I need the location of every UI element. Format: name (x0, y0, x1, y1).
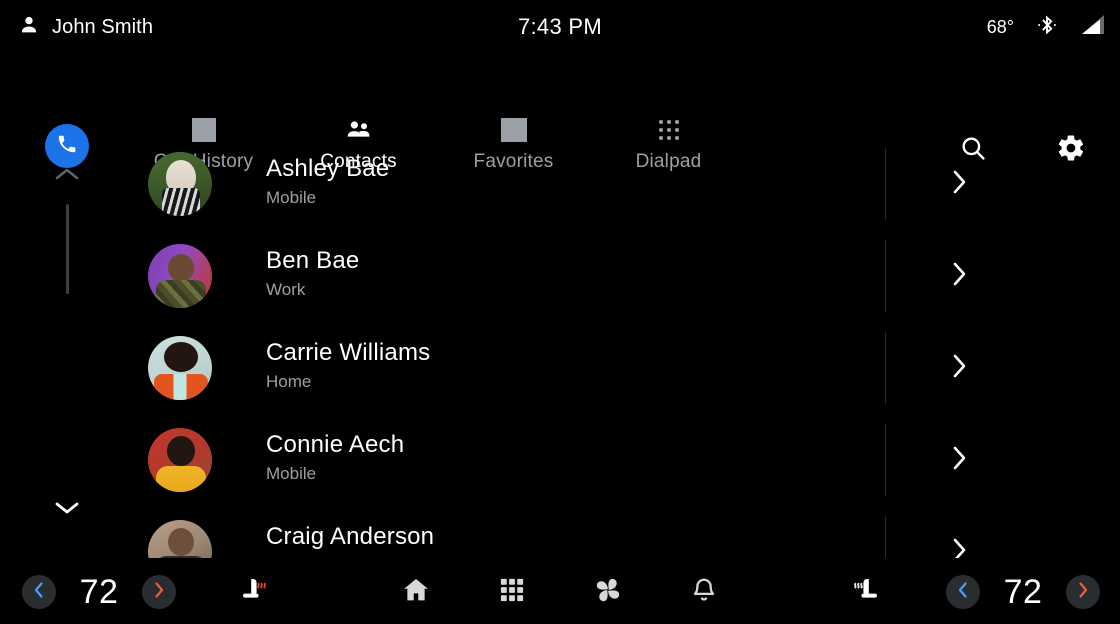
row-divider (885, 332, 886, 404)
contact-text: Ben Bae Work (266, 246, 359, 302)
contact-row[interactable]: Carrie Williams Home (0, 322, 1120, 414)
status-bar: John Smith 7:43 PM 68° (0, 0, 1120, 54)
ventilated-seat-icon (853, 574, 887, 611)
contact-row[interactable]: Ben Bae Work (0, 230, 1120, 322)
apps-grid-icon (498, 576, 526, 609)
contact-text: Connie Aech Mobile (266, 430, 404, 486)
contact-name: Ashley Bae (266, 155, 390, 182)
outside-temperature: 68° (986, 16, 1014, 37)
chevron-right-icon (950, 352, 970, 385)
status-bar-indicators: 68° (987, 0, 1106, 54)
fan-icon (591, 573, 625, 612)
bell-icon (690, 576, 718, 609)
avatar (148, 520, 212, 558)
row-divider (885, 516, 886, 558)
passenger-climate-control: 72 (946, 560, 1100, 624)
passenger-temp-increase-button[interactable] (1066, 575, 1100, 609)
row-divider (885, 424, 886, 496)
passenger-temp-decrease-button[interactable] (946, 575, 980, 609)
signal-bars-icon (1080, 14, 1106, 41)
row-divider (885, 148, 886, 220)
contact-details-button[interactable] (930, 322, 990, 414)
row-divider (885, 240, 886, 312)
bottom-system-bar: 72 72 (0, 560, 1120, 624)
avatar (148, 336, 212, 400)
contact-label: Mobile (266, 188, 317, 207)
contact-name: Craig Anderson (266, 523, 435, 550)
chevron-left-icon (956, 581, 970, 604)
contact-details-button[interactable] (930, 414, 990, 506)
contact-row[interactable]: Ashley Bae Mobile (0, 138, 1120, 230)
chevron-right-icon (1076, 581, 1090, 604)
contact-name: Ben Bae (266, 247, 360, 274)
avatar (148, 244, 212, 308)
contact-row[interactable]: Connie Aech Mobile (0, 414, 1120, 506)
status-bar-clock-wrap: 7:43 PM (0, 0, 1120, 54)
contact-details-button[interactable] (930, 506, 990, 558)
contact-row[interactable]: Craig Anderson (0, 506, 1120, 558)
contacts-list[interactable]: Ashley Bae Mobile Ben Bae Work Carrie Wi… (0, 138, 1120, 558)
climate-button[interactable] (586, 570, 630, 614)
passenger-heated-seat-button[interactable] (842, 560, 898, 624)
contact-text: Ashley Bae Mobile (266, 154, 389, 210)
contact-text: Carrie Williams Home (266, 338, 430, 394)
contact-text: Craig Anderson (266, 522, 434, 554)
chevron-right-icon (950, 444, 970, 477)
contact-label: Home (266, 372, 312, 391)
contact-details-button[interactable] (930, 230, 990, 322)
clock: 7:43 PM (517, 14, 603, 39)
contact-name: Carrie Williams (266, 339, 431, 366)
avatar (148, 152, 212, 216)
notifications-button[interactable] (682, 570, 726, 614)
chevron-right-icon (950, 536, 970, 558)
home-button[interactable] (394, 570, 438, 614)
passenger-temp-value: 72 (1003, 572, 1043, 611)
bluetooth-icon (1036, 13, 1058, 42)
contact-label: Work (266, 280, 306, 299)
contact-details-button[interactable] (930, 138, 990, 230)
chevron-right-icon (950, 260, 970, 293)
infotainment-screen: John Smith 7:43 PM 68° History Contacts … (0, 0, 1120, 624)
apps-button[interactable] (490, 570, 534, 614)
chevron-right-icon (950, 168, 970, 201)
app-tab-bar: Call History Contacts (0, 54, 1120, 172)
contact-label: Mobile (266, 464, 317, 483)
home-icon (401, 575, 431, 610)
contact-name: Connie Aech (266, 431, 405, 458)
avatar (148, 428, 212, 492)
